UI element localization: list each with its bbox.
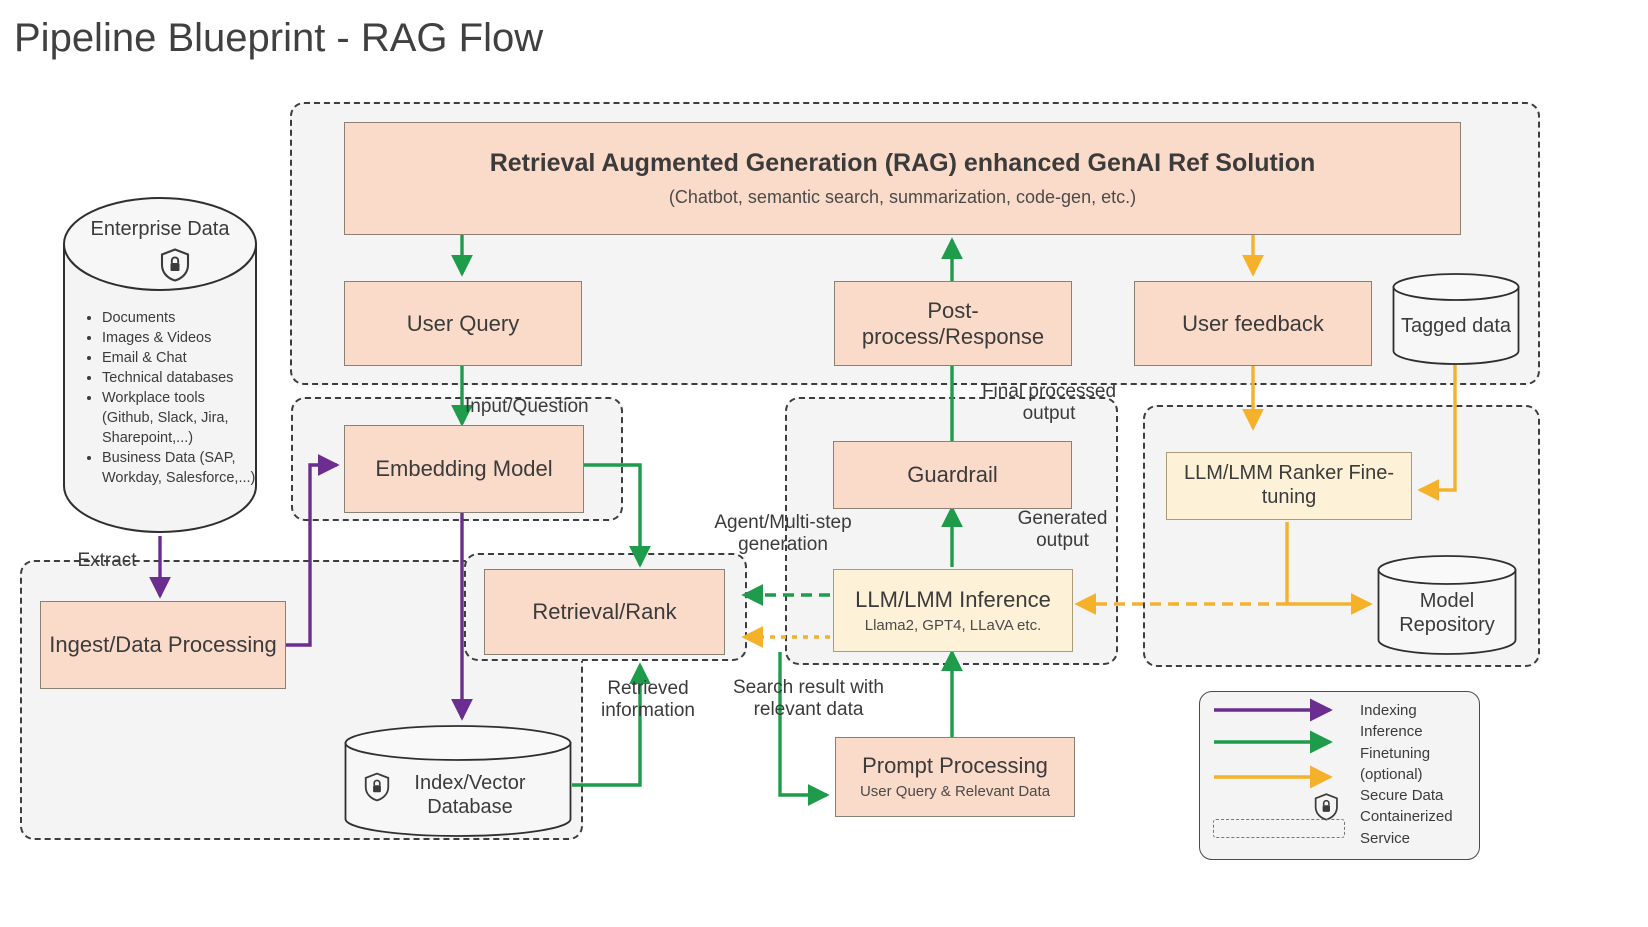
node-user-feedback[interactable]: User feedback — [1134, 281, 1372, 366]
node-post-process[interactable]: Post-process/Response — [834, 281, 1072, 366]
node-embedding-model[interactable]: Embedding Model — [344, 425, 584, 513]
node-title: Prompt Processing — [862, 753, 1048, 779]
edge-label-extract: Extract — [77, 550, 137, 571]
node-title: Embedding Model — [375, 456, 553, 482]
node-tagged-data[interactable]: Tagged data — [1392, 273, 1520, 365]
node-title: Post-process/Response — [861, 297, 1045, 349]
node-user-query[interactable]: User Query — [344, 281, 582, 366]
enterprise-data-list: Documents Images & Videos Email & Chat T… — [84, 308, 256, 488]
edge-label-generated-output: Generated output — [1017, 508, 1108, 551]
node-title: Index/Vector Database — [414, 772, 526, 818]
legend-label-indexing: Indexing — [1360, 702, 1417, 719]
legend-label-finetuning: Finetuning — [1360, 744, 1431, 762]
list-item: Email & Chat — [102, 348, 256, 368]
edge-label-retrieved-information: Retrieved information — [601, 678, 695, 721]
node-title: User feedback — [1182, 310, 1324, 336]
node-title: Guardrail — [907, 462, 998, 488]
edge-label-final-processed: Final processed output — [981, 381, 1117, 424]
node-title: LLM/LMM Inference — [855, 586, 1051, 612]
node-title: Retrieval/Rank — [532, 599, 677, 625]
node-title: Tagged data — [1400, 315, 1512, 337]
node-index-vector-db[interactable]: Index/Vector Database — [344, 725, 572, 837]
legend-label-list: Indexing Inference Finetuning (optional)… — [1360, 700, 1485, 849]
legend-panel: Indexing Inference Finetuning (optional)… — [1199, 691, 1480, 860]
diagram-canvas: Pipeline Blueprint - RAG Flow Enterprise… — [0, 0, 1648, 927]
node-title: Ingest/Data Processing — [49, 632, 277, 658]
legend-label-inference: Inference — [1360, 723, 1423, 741]
legend-label-secure-data: Secure Data — [1360, 787, 1444, 805]
list-item: Images & Videos — [102, 328, 256, 348]
node-llm-inference[interactable]: LLM/LMM Inference Llama2, GPT4, LLaVA et… — [833, 569, 1073, 652]
node-prompt-processing[interactable]: Prompt Processing User Query & Relevant … — [835, 737, 1075, 817]
page-title: Pipeline Blueprint - RAG Flow — [14, 16, 544, 60]
node-subtitle: (Chatbot, semantic search, summarization… — [668, 187, 1137, 208]
node-subtitle: Llama2, GPT4, LLaVA etc. — [864, 616, 1042, 634]
node-ranker-finetuning[interactable]: LLM/LMM Ranker Fine-tuning — [1166, 452, 1412, 520]
edge-label-agent-multistep: Agent/Multi-step generation — [714, 512, 852, 555]
node-title: User Query — [406, 310, 520, 336]
node-guardrail[interactable]: Guardrail — [833, 441, 1072, 509]
list-item: Business Data (SAP, Workday, Salesforce,… — [102, 448, 256, 488]
edge-label-search-result: Search result with relevant data — [732, 677, 884, 720]
node-retrieval-rank[interactable]: Retrieval/Rank — [484, 569, 725, 655]
node-title: Model Repository — [1399, 589, 1495, 636]
legend-containerized-swatch — [1213, 819, 1345, 838]
enterprise-data-cylinder: Enterprise Data Documents Images & Video… — [62, 196, 258, 534]
node-ingest[interactable]: Ingest/Data Processing — [40, 601, 286, 689]
node-title: Retrieval Augmented Generation (RAG) enh… — [489, 148, 1316, 177]
list-item: Technical databases — [102, 368, 256, 388]
node-rag-solution[interactable]: Retrieval Augmented Generation (RAG) enh… — [344, 122, 1461, 235]
legend-label-optional: (optional) — [1360, 765, 1423, 783]
legend-label-containerized: Containerized — [1360, 808, 1453, 826]
list-item: Documents — [102, 308, 256, 328]
legend-label-service: Service — [1360, 829, 1411, 847]
list-item: Workplace tools (Github, Slack, Jira, Sh… — [102, 388, 256, 448]
node-subtitle: User Query & Relevant Data — [859, 783, 1051, 801]
edge-label-input-question: Input/Question — [465, 396, 589, 417]
node-model-repository[interactable]: Model Repository — [1377, 555, 1517, 655]
enterprise-data-title: Enterprise Data — [90, 218, 230, 240]
node-title: LLM/LMM Ranker Fine-tuning — [1183, 462, 1395, 508]
